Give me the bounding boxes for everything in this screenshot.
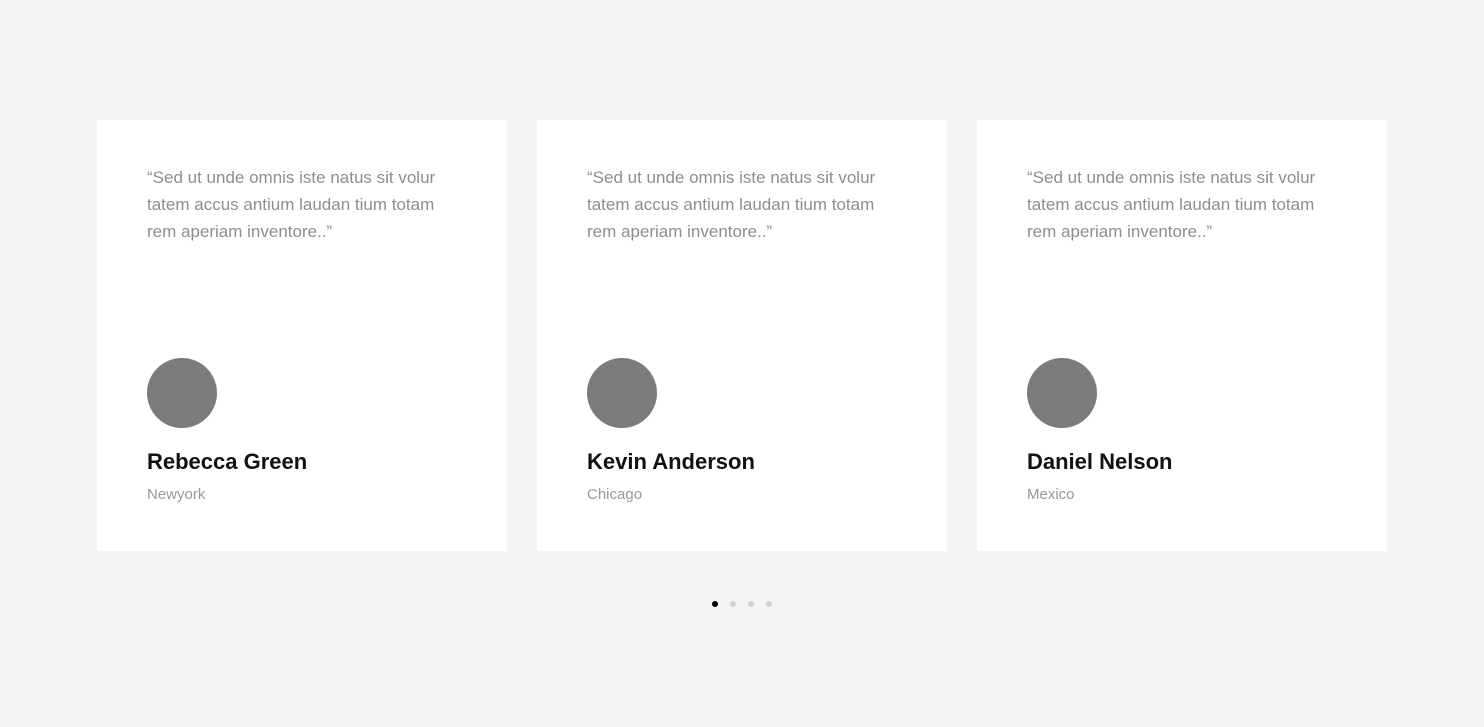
testimonial-name: Daniel Nelson xyxy=(1027,449,1173,474)
avatar xyxy=(1027,358,1097,428)
testimonial-quote: “Sed ut unde omnis iste natus sit volur … xyxy=(1027,168,1316,241)
avatar xyxy=(587,358,657,428)
testimonial-name: Kevin Anderson xyxy=(587,449,755,474)
testimonial-name: Rebecca Green xyxy=(147,449,308,474)
testimonial-location: Chicago xyxy=(587,486,643,503)
testimonial-quote: “Sed ut unde omnis iste natus sit volur … xyxy=(587,168,876,241)
testimonial-card: “Sed ut unde omnis iste natus sit volur … xyxy=(97,120,507,551)
testimonial-quote: “Sed ut unde omnis iste natus sit volur … xyxy=(147,168,436,241)
testimonial-card: “Sed ut unde omnis iste natus sit volur … xyxy=(977,120,1387,551)
pagination-dot[interactable] xyxy=(730,601,736,607)
testimonial-card: “Sed ut unde omnis iste natus sit volur … xyxy=(537,120,947,551)
testimonial-carousel: “Sed ut unde omnis iste natus sit volur … xyxy=(97,120,1387,551)
pagination-dot[interactable] xyxy=(712,601,718,607)
testimonial-location: Newyork xyxy=(147,486,206,503)
carousel-pagination xyxy=(712,600,774,608)
avatar xyxy=(147,358,217,428)
pagination-dot[interactable] xyxy=(766,601,772,607)
testimonial-location: Mexico xyxy=(1027,486,1075,503)
pagination-dot[interactable] xyxy=(748,601,754,607)
